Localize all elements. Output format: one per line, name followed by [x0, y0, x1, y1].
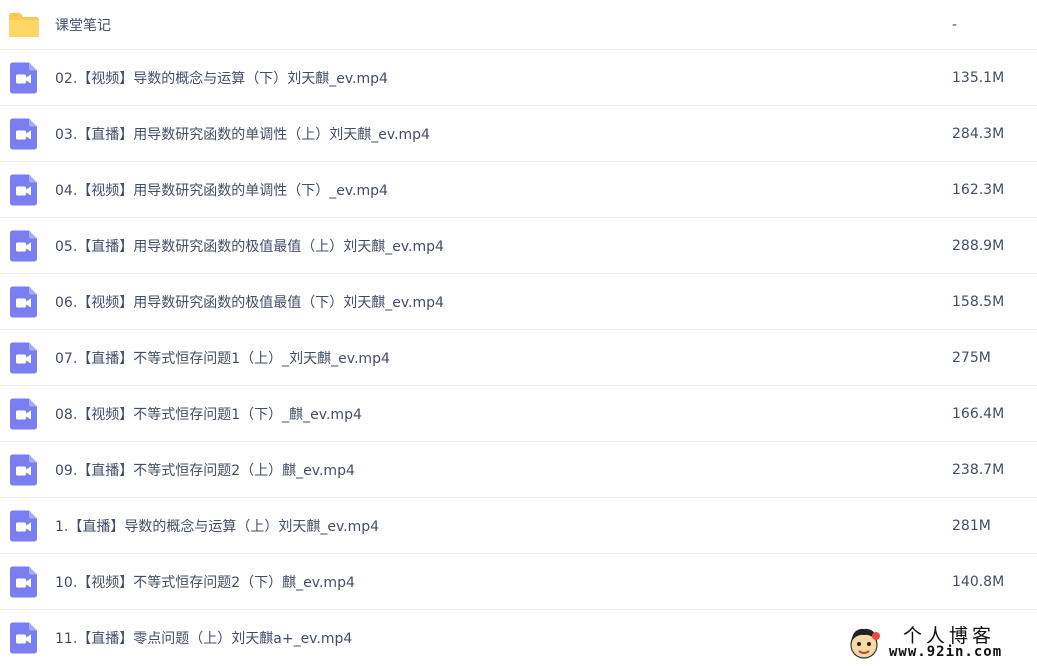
- video-file-icon: [10, 62, 37, 93]
- watermark: 个人博客 www.92in.com: [843, 621, 1033, 664]
- video-file-icon: [10, 118, 37, 149]
- folder-icon: [8, 12, 40, 38]
- file-size: 158.5M: [952, 293, 1005, 310]
- video-file-icon: [10, 286, 37, 317]
- file-size: 281M: [952, 517, 991, 534]
- file-size: 238.7M: [952, 461, 1005, 478]
- file-name[interactable]: 09.【直播】不等式恒存问题2（上）麒_ev.mp4: [55, 460, 355, 480]
- file-name[interactable]: 课堂笔记: [55, 15, 111, 35]
- video-file-icon: [10, 566, 37, 597]
- file-name[interactable]: 07.【直播】不等式恒存问题1（上）_刘天麒_ev.mp4: [55, 348, 390, 368]
- video-file-icon: [10, 510, 37, 541]
- file-name[interactable]: 02.【视频】导数的概念与运算（下）刘天麒_ev.mp4: [55, 68, 388, 88]
- video-file-icon: [10, 230, 37, 261]
- video-file-icon: [10, 622, 37, 654]
- video-file-icon: [10, 342, 37, 373]
- file-row[interactable]: 05.【直播】用导数研究函数的极值最值（上）刘天麒_ev.mp4 288.9M: [0, 218, 1037, 274]
- file-row[interactable]: 1.【直播】导数的概念与运算（上）刘天麒_ev.mp4 281M: [0, 498, 1037, 554]
- cartoon-face-icon: [850, 628, 880, 659]
- video-file-icon: [10, 454, 37, 485]
- file-size: 135.1M: [952, 69, 1005, 86]
- file-row[interactable]: 10.【视频】不等式恒存问题2（下）麒_ev.mp4 140.8M: [0, 554, 1037, 610]
- watermark-url: www.92in.com: [889, 644, 1003, 660]
- video-file-icon: [10, 174, 37, 205]
- file-list: 课堂笔记 -02.【视频】导数的概念与运算（下）刘天麒_ev.mp4 135.1M 0…: [0, 0, 1037, 666]
- file-size: 140.8M: [952, 573, 1005, 590]
- file-row[interactable]: 02.【视频】导数的概念与运算（下）刘天麒_ev.mp4 135.1M: [0, 50, 1037, 106]
- file-size: 275M: [952, 349, 991, 366]
- file-name[interactable]: 08.【视频】不等式恒存问题1（下）_麒_ev.mp4: [55, 404, 362, 424]
- file-row[interactable]: 07.【直播】不等式恒存问题1（上）_刘天麒_ev.mp4 275M: [0, 330, 1037, 386]
- file-size: -: [952, 16, 958, 33]
- video-file-icon: [10, 398, 37, 429]
- folder-row[interactable]: 课堂笔记 -: [0, 0, 1037, 50]
- file-size: 166.4M: [952, 405, 1005, 422]
- file-name[interactable]: 03.【直播】用导数研究函数的单调性（上）刘天麒_ev.mp4: [55, 124, 430, 144]
- file-name[interactable]: 10.【视频】不等式恒存问题2（下）麒_ev.mp4: [55, 572, 355, 592]
- file-name[interactable]: 05.【直播】用导数研究函数的极值最值（上）刘天麒_ev.mp4: [55, 236, 444, 256]
- file-row[interactable]: 09.【直播】不等式恒存问题2（上）麒_ev.mp4 238.7M: [0, 442, 1037, 498]
- file-row[interactable]: 03.【直播】用导数研究函数的单调性（上）刘天麒_ev.mp4 284.3M: [0, 106, 1037, 162]
- file-row[interactable]: 08.【视频】不等式恒存问题1（下）_麒_ev.mp4 166.4M: [0, 386, 1037, 442]
- file-row[interactable]: 06.【视频】用导数研究函数的极值最值（下）刘天麒_ev.mp4 158.5M: [0, 274, 1037, 330]
- file-name[interactable]: 1.【直播】导数的概念与运算（上）刘天麒_ev.mp4: [55, 516, 379, 536]
- file-size: 162.3M: [952, 181, 1005, 198]
- file-size: 288.9M: [952, 237, 1005, 254]
- file-size: 284.3M: [952, 125, 1005, 142]
- file-name[interactable]: 04.【视频】用导数研究函数的单调性（下）_ev.mp4: [55, 180, 388, 200]
- file-row[interactable]: 04.【视频】用导数研究函数的单调性（下）_ev.mp4 162.3M: [0, 162, 1037, 218]
- file-name[interactable]: 06.【视频】用导数研究函数的极值最值（下）刘天麒_ev.mp4: [55, 292, 444, 312]
- file-name[interactable]: 11.【直播】零点问题（上）刘天麒a+_ev.mp4: [55, 628, 352, 648]
